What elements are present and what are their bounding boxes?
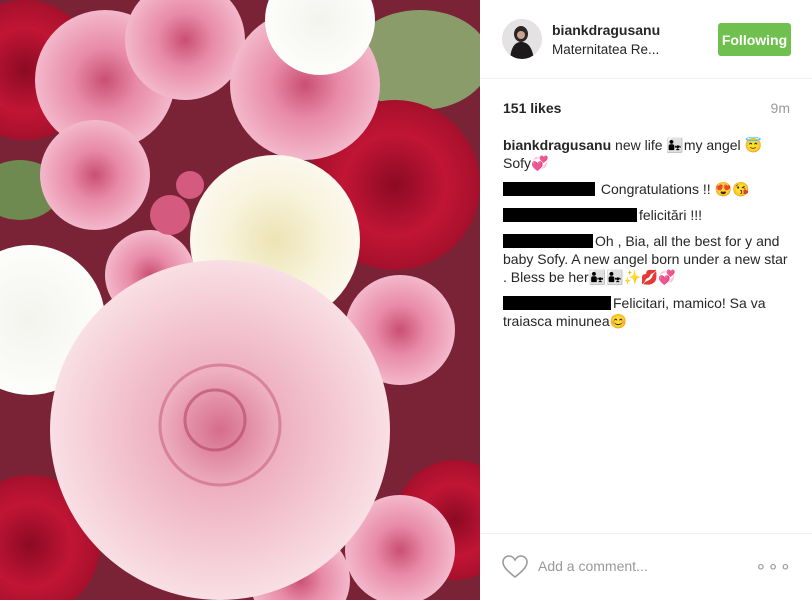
redacted-username — [503, 182, 595, 196]
rose-bouquet-image — [0, 0, 480, 600]
post-photo[interactable] — [0, 0, 480, 600]
redacted-username — [503, 296, 611, 310]
comment-text-continued: Sofy💞 — [503, 155, 549, 171]
redacted-username — [503, 234, 593, 248]
comment-text: new life 👨‍👧my angel 😇 — [615, 137, 762, 153]
comment-username[interactable]: biankdragusanu — [503, 137, 611, 153]
comment-item: Felicitari, mamico! Sa va traiasca minun… — [503, 294, 795, 330]
post-location[interactable]: Maternitatea Re... — [552, 42, 659, 57]
comment-text: felicitări !!! — [639, 207, 703, 223]
instagram-post-view: biankdragusanu Maternitatea Re... Follow… — [0, 0, 812, 600]
following-button[interactable]: Following — [718, 23, 791, 56]
post-actions-bar: ∘∘∘ — [480, 533, 812, 601]
avatar-image — [502, 19, 542, 59]
more-options-icon[interactable]: ∘∘∘ — [755, 556, 792, 577]
caption: biankdragusanu new life 👨‍👧my angel 😇 So… — [503, 136, 795, 172]
add-comment-input[interactable] — [538, 558, 738, 574]
post-details-panel: biankdragusanu Maternitatea Re... Follow… — [480, 0, 812, 600]
comments-list: biankdragusanu new life 👨‍👧my angel 😇 So… — [503, 136, 795, 338]
post-header: biankdragusanu Maternitatea Re... Follow… — [480, 0, 812, 79]
redacted-username — [503, 208, 637, 222]
comment-text: Congratulations !! 😍😘 — [600, 181, 750, 197]
post-author-username[interactable]: biankdragusanu — [552, 22, 660, 38]
comment-item: Congratulations !! 😍😘 — [503, 180, 795, 198]
comment-item: Oh , Bia, all the best for y and baby So… — [503, 232, 795, 286]
comment-item: felicitări !!! — [503, 206, 795, 224]
heart-outline-icon[interactable] — [502, 555, 528, 579]
post-timestamp[interactable]: 9m — [771, 100, 790, 116]
likes-count[interactable]: 151 likes — [503, 100, 561, 116]
avatar[interactable] — [502, 19, 542, 59]
